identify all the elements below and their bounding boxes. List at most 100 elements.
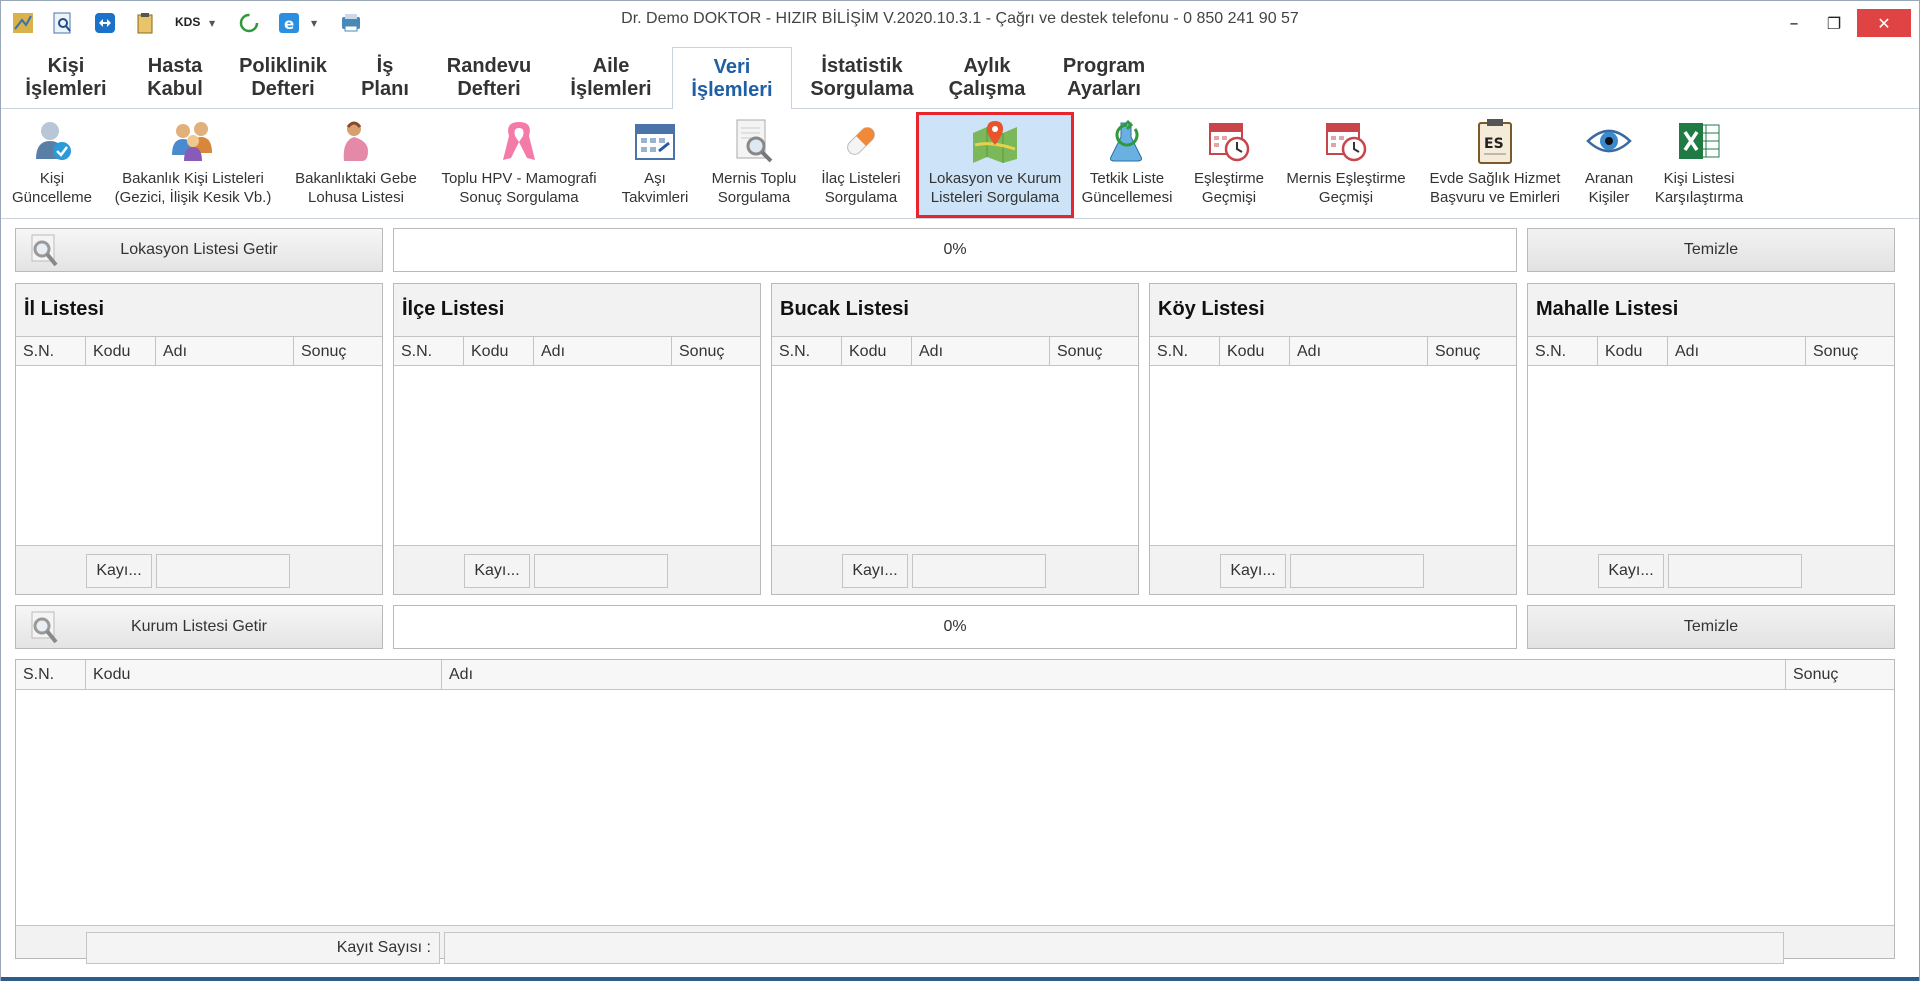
- tab-istatistik-sorgulama[interactable]: İstatistik Sorgulama: [801, 47, 923, 109]
- tab-aylik-calisma[interactable]: Aylık Çalışma: [935, 47, 1039, 109]
- lokasyon-temizle-button[interactable]: Temizle: [1527, 228, 1895, 272]
- kayit-button[interactable]: Kayı...: [464, 554, 530, 588]
- ilac-listeleri-sorgulama-button[interactable]: İlaç Listeleri Sorgulama: [811, 115, 911, 215]
- column-header[interactable]: S.N.: [394, 337, 464, 367]
- tab-label: Planı: [361, 78, 409, 100]
- column-header[interactable]: Adı: [912, 337, 1050, 367]
- kisi-guncelleme-button[interactable]: Kişi Güncelleme: [7, 115, 97, 215]
- column-header[interactable]: S.N.: [772, 337, 842, 367]
- grid-body[interactable]: [16, 366, 382, 546]
- status-strip: [1, 977, 1919, 981]
- grid-header: S.N. Kodu Adı Sonuç: [1528, 336, 1894, 367]
- eslestirme-gecmisi-button[interactable]: Eşleştirme Geçmişi: [1185, 115, 1273, 215]
- kayit-sayisi-label: Kayıt Sayısı :: [86, 932, 440, 964]
- column-header[interactable]: Kodu: [86, 660, 442, 690]
- column-header[interactable]: Sonuç: [1786, 660, 1894, 690]
- close-button[interactable]: ✕: [1857, 9, 1911, 37]
- column-header[interactable]: Sonuç: [1806, 337, 1894, 367]
- minimize-button[interactable]: –: [1779, 9, 1809, 37]
- document-search-icon: [730, 117, 778, 165]
- clipboard-es-icon: ES: [1471, 117, 1519, 165]
- tab-hasta-kabul[interactable]: Hasta Kabul: [127, 47, 223, 109]
- mernis-eslestirme-gecmisi-button[interactable]: Mernis Eşleştirme Geçmişi: [1279, 115, 1413, 215]
- kisi-listesi-karsilastirma-button[interactable]: Kişi Listesi Karşılaştırma: [1647, 115, 1751, 215]
- tab-poliklinik-defteri[interactable]: Poliklinik Defteri: [231, 47, 335, 109]
- column-header[interactable]: Sonuç: [672, 337, 760, 367]
- kayit-button[interactable]: Kayı...: [842, 554, 908, 588]
- column-header[interactable]: Adı: [534, 337, 672, 367]
- ribbon-label: Lohusa Listesi: [308, 189, 404, 206]
- tab-label: İş: [376, 55, 394, 77]
- ribbon-label: Geçmişi: [1318, 189, 1374, 206]
- lokasyon-listesi-getir-button[interactable]: Lokasyon Listesi Getir: [15, 228, 383, 272]
- grid-body[interactable]: [1528, 366, 1894, 546]
- kurum-grid: S.N. Kodu Adı Sonuç Kayıt Sayısı :: [15, 659, 1895, 964]
- ribbon-label: Bakanlıktaki Gebe: [295, 170, 417, 187]
- pink-ribbon-icon: [495, 117, 543, 165]
- column-header[interactable]: Adı: [1668, 337, 1806, 367]
- tab-label: Kabul: [147, 78, 203, 100]
- column-header[interactable]: Kodu: [842, 337, 912, 367]
- column-header[interactable]: S.N.: [16, 337, 86, 367]
- asi-takvimleri-button[interactable]: Aşı Takvimleri: [613, 115, 697, 215]
- ribbon-toolbar: Kişi Güncelleme Bakanlık Kişi Listeleri …: [1, 109, 1919, 219]
- column-header[interactable]: Sonuç: [1050, 337, 1138, 367]
- ribbon-label: Kişiler: [1588, 189, 1630, 206]
- panel-title: İl Listesi: [24, 298, 105, 320]
- column-header[interactable]: S.N.: [16, 660, 86, 690]
- kurum-listesi-getir-button[interactable]: Kurum Listesi Getir: [15, 605, 383, 649]
- tab-label: İstatistik: [821, 55, 903, 77]
- kayit-button[interactable]: Kayı...: [1220, 554, 1286, 588]
- column-header[interactable]: Adı: [1290, 337, 1428, 367]
- tab-veri-islemleri[interactable]: Veri İşlemleri: [672, 47, 792, 110]
- bakanlik-kisi-listeleri-button[interactable]: Bakanlık Kişi Listeleri (Gezici, İlişik …: [107, 115, 279, 215]
- mahalle-listesi-panel: Mahalle Listesi S.N. Kodu Adı Sonuç Kayı…: [1527, 283, 1895, 595]
- column-header[interactable]: Kodu: [86, 337, 156, 367]
- tab-label: Defteri: [457, 78, 521, 100]
- column-header[interactable]: S.N.: [1150, 337, 1220, 367]
- kayit-count-box: [1290, 554, 1424, 588]
- ribbon-label: Sorgulama: [824, 189, 898, 206]
- kayit-button[interactable]: Kayı...: [1598, 554, 1664, 588]
- column-header[interactable]: Sonuç: [1428, 337, 1516, 367]
- kayit-button[interactable]: Kayı...: [86, 554, 152, 588]
- grid-body[interactable]: [772, 366, 1138, 546]
- lokasyon-kurum-listeleri-button[interactable]: Lokasyon ve Kurum Listeleri Sorgulama: [916, 112, 1074, 218]
- lokasyon-progress: 0%: [393, 228, 1517, 272]
- tab-kisi-islemleri[interactable]: Kişi İşlemleri: [13, 47, 119, 109]
- tab-aile-islemleri[interactable]: Aile İşlemleri: [557, 47, 665, 109]
- magnifier-icon: [31, 234, 58, 267]
- grid-body[interactable]: [394, 366, 760, 546]
- grid-body[interactable]: [16, 690, 1894, 926]
- column-header[interactable]: Kodu: [464, 337, 534, 367]
- restore-button[interactable]: ❐: [1819, 9, 1849, 37]
- kayit-count-box: [912, 554, 1046, 588]
- person-update-icon: [28, 117, 76, 165]
- ribbon-label: Aranan: [1584, 170, 1634, 187]
- tab-randevu-defteri[interactable]: Randevu Defteri: [435, 47, 543, 109]
- ribbon-label: Toplu HPV - Mamografi: [441, 170, 597, 187]
- column-header[interactable]: Adı: [442, 660, 1786, 690]
- koy-listesi-panel: Köy Listesi S.N. Kodu Adı Sonuç Kayı...: [1149, 283, 1517, 595]
- aranan-kisiler-button[interactable]: Aranan Kişiler: [1575, 115, 1643, 215]
- column-header[interactable]: Kodu: [1598, 337, 1668, 367]
- column-header[interactable]: Adı: [156, 337, 294, 367]
- panel-title: Köy Listesi: [1158, 298, 1265, 320]
- column-header[interactable]: Kodu: [1220, 337, 1290, 367]
- ribbon-label: Mernis Eşleştirme: [1286, 170, 1406, 187]
- people-group-icon: [169, 117, 217, 165]
- grid-body[interactable]: [1150, 366, 1516, 546]
- title-bar: KDS ▼ e ▼ Dr. Demo DOKTOR - HIZIR BİLİŞİ…: [1, 1, 1919, 43]
- tab-is-plani[interactable]: İş Planı: [345, 47, 425, 109]
- button-label: Kurum Listesi Getir: [130, 618, 268, 635]
- column-header[interactable]: S.N.: [1528, 337, 1598, 367]
- evde-saglik-hizmet-button[interactable]: ES Evde Sağlık Hizmet Başvuru ve Emirler…: [1421, 115, 1569, 215]
- toplu-hpv-mamografi-button[interactable]: Toplu HPV - Mamografi Sonuç Sorgulama: [433, 115, 605, 215]
- tab-program-ayarlari[interactable]: Program Ayarları: [1047, 47, 1161, 109]
- tetkik-liste-guncellemesi-button[interactable]: Tetkik Liste Güncellemesi: [1077, 115, 1177, 215]
- mernis-toplu-sorgulama-button[interactable]: Mernis Toplu Sorgulama: [703, 115, 805, 215]
- bakanliktaki-gebe-lohusa-button[interactable]: Bakanlıktaki Gebe Lohusa Listesi: [287, 115, 425, 215]
- column-header[interactable]: Sonuç: [294, 337, 382, 367]
- tab-label: Çalışma: [948, 78, 1026, 100]
- kurum-temizle-button[interactable]: Temizle: [1527, 605, 1895, 649]
